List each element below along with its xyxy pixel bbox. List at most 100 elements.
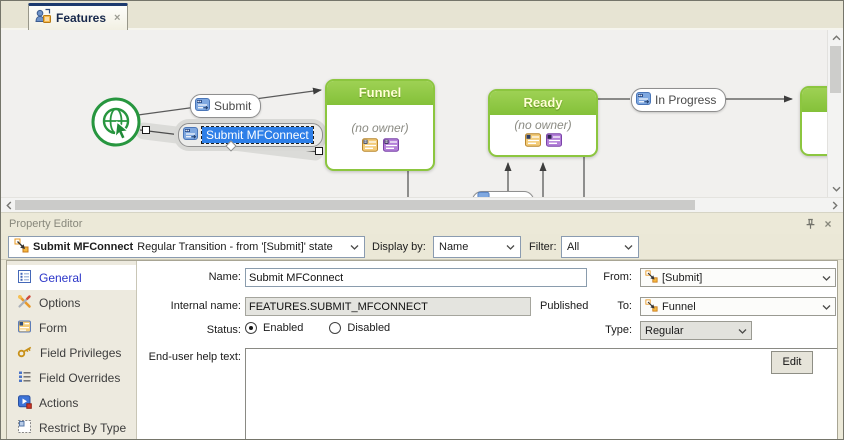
state-partial-right[interactable]: [800, 86, 827, 156]
filter-label: Filter:: [529, 241, 557, 253]
display-by-combo[interactable]: Name: [433, 236, 521, 258]
scroll-right-icon[interactable]: [827, 198, 843, 212]
state-owner: (no owner): [490, 118, 596, 132]
scroll-up-icon[interactable]: [828, 31, 844, 45]
status-disabled-radio[interactable]: [329, 322, 341, 334]
property-editor-title: Property Editor: [9, 218, 82, 230]
list-icon: [17, 369, 32, 387]
sidebar-item-restrict-by-type[interactable]: Restrict By Type: [7, 415, 136, 439]
form-icon: [17, 319, 32, 337]
canvas-horizontal-scrollbar[interactable]: [1, 197, 843, 213]
filter-value: All: [567, 241, 579, 253]
name-label: Name:: [153, 271, 241, 283]
sidebar-item-label: Field Privileges: [40, 346, 121, 360]
to-value: Funnel: [662, 301, 696, 313]
transition-label-in-progress[interactable]: In Progress: [631, 88, 726, 112]
transition-label-submit-mfconnect[interactable]: Submit MFConnect: [178, 123, 323, 147]
property-editor-toolbar: Submit MFConnect Regular Transition - fr…: [1, 234, 843, 260]
transition-label-text: Submit: [214, 99, 251, 113]
filter-combo[interactable]: All: [561, 236, 639, 258]
internal-name-label: Internal name:: [143, 300, 241, 312]
published-label: Published: [540, 300, 590, 312]
property-editor-form: Name: From: [Submit] Internal name: Publ…: [138, 261, 837, 439]
pin-icon[interactable]: [803, 217, 817, 231]
chevron-down-icon: [506, 241, 515, 253]
status-enabled-radio[interactable]: [245, 322, 257, 334]
tab-bar: Features ×: [1, 1, 843, 30]
sidebar-item-field-privileges[interactable]: Field Privileges: [7, 340, 136, 365]
state-funnel[interactable]: Funnel (no owner): [325, 79, 435, 171]
status-label: Status:: [153, 324, 241, 336]
sidebar-item-label: Options: [39, 296, 80, 310]
sidebar-item-label: Actions: [39, 396, 78, 410]
selection-handle-start[interactable]: [142, 126, 150, 134]
start-node[interactable]: [90, 96, 142, 153]
transition-icon: [636, 91, 651, 109]
sidebar-item-general[interactable]: General: [7, 265, 136, 290]
diagram-canvas[interactable]: Submit Submit MFConnect Funnel (no owner…: [1, 30, 827, 197]
transition-label-submit[interactable]: Submit: [190, 94, 261, 118]
chevron-down-icon: [822, 301, 831, 313]
selection-handle-end[interactable]: [315, 147, 323, 155]
sidebar-item-label: Restrict By Type: [39, 421, 126, 435]
property-editor-titlebar: Property Editor: [1, 213, 843, 234]
to-label: To:: [590, 300, 632, 312]
display-by-label: Display by:: [372, 241, 426, 253]
tab-features[interactable]: Features ×: [28, 3, 128, 30]
horizontal-scroll-thumb[interactable]: [15, 200, 695, 210]
chevron-down-icon: [624, 241, 633, 253]
selected-object-name: Submit MFConnect: [33, 241, 133, 253]
name-input[interactable]: [245, 268, 587, 287]
vertical-scroll-thumb[interactable]: [830, 46, 841, 93]
to-combo[interactable]: Funnel: [640, 297, 836, 316]
sidebar-item-label: General: [39, 271, 82, 285]
type-label: Type:: [590, 324, 632, 336]
sidebar-item-options[interactable]: Options: [7, 290, 136, 315]
state-title: Ready: [490, 91, 596, 115]
transition-object-icon: [645, 299, 658, 315]
type-combo[interactable]: Regular: [640, 321, 752, 340]
sidebar-item-label: Field Overrides: [39, 371, 120, 385]
edit-button[interactable]: Edit: [771, 351, 813, 374]
tools-icon: [17, 294, 32, 312]
selected-object-desc: Regular Transition - from '[Submit]' sta…: [137, 241, 333, 253]
close-icon[interactable]: ×: [114, 12, 120, 24]
from-label: From:: [590, 271, 632, 283]
property-editor-panel: General Options Form: [6, 260, 838, 439]
type-value: Regular: [645, 325, 684, 337]
transition-object-icon: [645, 270, 658, 286]
transition-icon: [183, 126, 198, 144]
sidebar-item-actions[interactable]: Actions: [7, 390, 136, 415]
help-text-area[interactable]: [245, 348, 838, 439]
general-icon: [17, 269, 32, 287]
chevron-down-icon: [822, 272, 831, 284]
canvas-vertical-scrollbar[interactable]: [827, 30, 843, 197]
workflow-step-orange-icon: [362, 138, 378, 157]
internal-name-input: [245, 297, 531, 316]
selected-object-combo[interactable]: Submit MFConnect Regular Transition - fr…: [8, 236, 365, 258]
transition-label-text: In Progress: [655, 93, 716, 107]
sidebar-item-field-overrides[interactable]: Field Overrides: [7, 365, 136, 390]
sidebar-item-label: Form: [39, 321, 67, 335]
workflow-step-purple-icon: [546, 133, 562, 152]
display-by-value: Name: [439, 241, 468, 253]
workflow-step-purple-icon: [383, 138, 399, 157]
chevron-down-icon: [738, 325, 747, 337]
transition-label-text-selected: Submit MFConnect: [202, 127, 313, 143]
key-icon: [17, 344, 33, 362]
property-editor-sidebar: General Options Form: [7, 261, 137, 439]
scroll-down-icon[interactable]: [828, 182, 844, 196]
status-disabled-label: Disabled: [347, 322, 390, 334]
transition-icon: [195, 97, 210, 115]
state-owner: (no owner): [327, 121, 433, 135]
play-icon: [17, 394, 32, 412]
close-icon[interactable]: ×: [821, 217, 835, 231]
features-icon: [35, 8, 51, 29]
grid-icon: [17, 419, 32, 437]
sidebar-item-form[interactable]: Form: [7, 315, 136, 340]
state-title: Funnel: [327, 81, 433, 105]
workflow-designer-window: Features ×: [0, 0, 844, 440]
from-value: [Submit]: [662, 272, 702, 284]
from-combo[interactable]: [Submit]: [640, 268, 836, 287]
state-ready[interactable]: Ready (no owner): [488, 89, 598, 157]
